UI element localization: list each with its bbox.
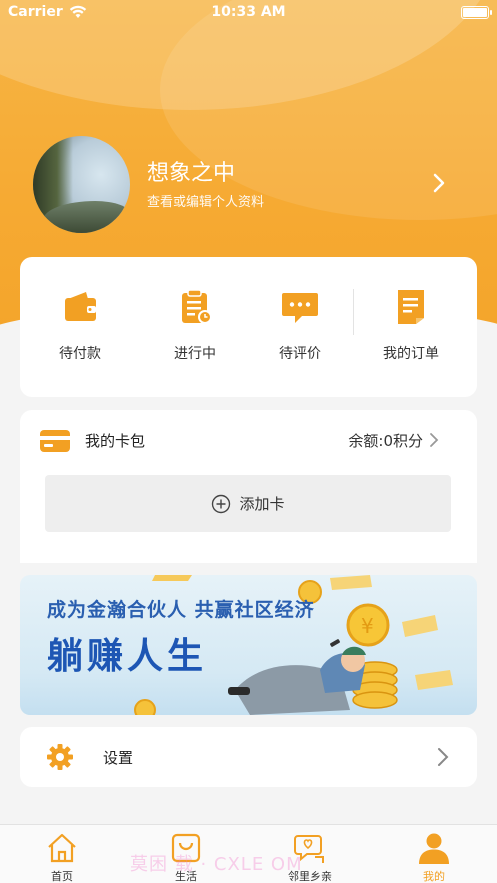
- status-time: 10:33 AM: [211, 4, 286, 20]
- order-pending-payment[interactable]: 待付款: [25, 287, 135, 363]
- order-to-review[interactable]: 待评价: [245, 287, 355, 363]
- settings-label: 设置: [103, 749, 134, 767]
- battery-icon: [461, 6, 492, 19]
- avatar[interactable]: [33, 136, 130, 233]
- wallet-balance[interactable]: 余额:0积分: [348, 430, 423, 451]
- tab-label: 首页: [51, 870, 73, 883]
- person-icon: [419, 833, 449, 864]
- chevron-right-icon[interactable]: [431, 172, 447, 194]
- order-label: 待付款: [59, 346, 101, 362]
- tab-mine[interactable]: 我的: [394, 831, 474, 883]
- card-wallet-section: 我的卡包 余额:0积分 添加卡: [20, 410, 477, 563]
- promo-banner[interactable]: ¥ 成为金瀚合伙人 共赢社区经济 躺赚人生: [20, 575, 477, 715]
- order-label: 进行中: [174, 346, 216, 362]
- chevron-right-icon: [438, 748, 449, 766]
- status-bar: Carrier 10:33 AM: [0, 0, 497, 26]
- wallet-icon: [65, 292, 96, 321]
- comment-icon: [282, 293, 318, 323]
- orders-card: 待付款 进行中 待评价 我的订单: [20, 257, 477, 397]
- add-card-label: 添加卡: [239, 495, 285, 513]
- profile-name[interactable]: 想象之中: [147, 155, 235, 187]
- order-label: 待评价: [279, 346, 321, 362]
- plus-circle-icon: [212, 494, 231, 513]
- profile-edit-link[interactable]: 查看或编辑个人资料: [147, 191, 264, 210]
- banner-slogan: 躺赚人生: [47, 636, 208, 677]
- order-label: 我的订单: [383, 346, 439, 362]
- wallet-title: 我的卡包: [85, 432, 146, 450]
- add-card-button[interactable]: 添加卡: [45, 475, 451, 532]
- home-icon: [48, 833, 76, 863]
- gear-icon: [47, 744, 73, 770]
- banner-headline: 成为金瀚合伙人 共赢社区经济: [47, 599, 315, 621]
- tab-home[interactable]: 首页: [22, 831, 102, 883]
- my-orders[interactable]: 我的订单: [356, 287, 466, 363]
- clipboard-icon: [182, 289, 212, 324]
- order-in-progress[interactable]: 进行中: [140, 287, 250, 363]
- settings-row[interactable]: 设置: [20, 727, 477, 787]
- chevron-right-icon[interactable]: [429, 432, 439, 448]
- watermark-text: 莫困 载 · CXLE OM: [130, 854, 303, 875]
- divider: [353, 289, 354, 335]
- document-icon: [398, 290, 424, 324]
- svg-text:¥: ¥: [361, 614, 374, 638]
- tab-label: 我的: [423, 870, 445, 883]
- card-icon: [40, 430, 70, 452]
